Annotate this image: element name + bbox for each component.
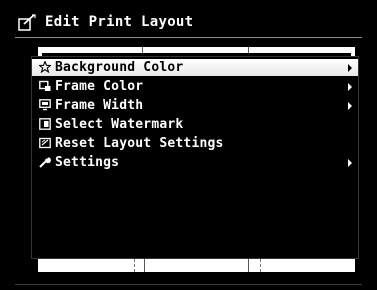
edit-layout-menu: Background Color Frame Color Frame Width…	[31, 56, 359, 259]
bottom-divider	[15, 284, 362, 285]
submenu-arrow-icon	[348, 64, 352, 72]
menu-item-label: Frame Color	[55, 79, 144, 94]
menu-item-settings[interactable]: Settings	[32, 154, 358, 171]
menu-item-label: Frame Width	[55, 98, 144, 113]
wrench-icon	[39, 157, 51, 168]
submenu-arrow-icon	[348, 159, 352, 167]
frame-color-icon	[39, 80, 51, 91]
submenu-arrow-icon	[348, 83, 352, 91]
menu-item-label: Settings	[55, 155, 120, 170]
menu-item-label: Background Color	[55, 60, 184, 75]
title-bar: Edit Print Layout	[0, 0, 377, 34]
menu-item-label: Reset Layout Settings	[55, 136, 224, 151]
submenu-arrow-icon	[348, 102, 352, 110]
star-icon	[39, 61, 51, 73]
layout-divider	[248, 47, 249, 53]
edit-layout-icon	[18, 14, 36, 31]
menu-item-frame-color[interactable]: Frame Color	[32, 78, 358, 95]
menu-item-select-watermark[interactable]: Select Watermark	[32, 116, 358, 133]
reset-icon	[39, 137, 51, 149]
menu-item-label: Select Watermark	[55, 117, 184, 132]
title-divider	[15, 37, 362, 38]
layout-divider	[142, 47, 143, 53]
menu-item-reset-layout-settings[interactable]: Reset Layout Settings	[32, 135, 358, 152]
page-title: Edit Print Layout	[45, 14, 194, 30]
menu-item-background-color[interactable]: Background Color	[32, 59, 358, 76]
menu-item-frame-width[interactable]: Frame Width	[32, 97, 358, 114]
watermark-icon	[39, 118, 51, 130]
frame-width-icon	[39, 99, 51, 111]
